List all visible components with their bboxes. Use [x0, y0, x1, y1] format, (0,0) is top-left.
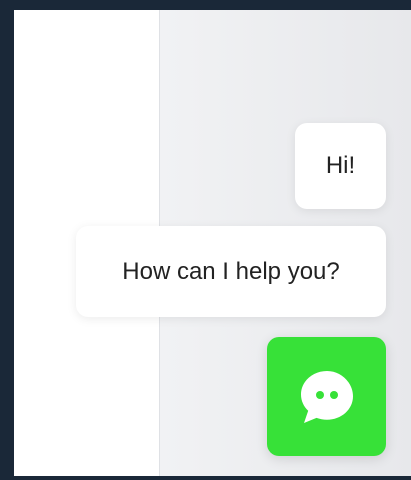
chat-message-question-text: How can I help you? — [122, 257, 340, 285]
open-chat-button[interactable] — [267, 337, 386, 456]
chat-bubble-icon — [300, 370, 353, 423]
chat-message-greeting-text: Hi! — [325, 152, 356, 179]
window-frame: Hi! How can I help you? — [0, 0, 411, 480]
chat-message-greeting: Hi! — [295, 123, 386, 209]
page-content: Hi! How can I help you? — [14, 10, 411, 476]
chat-message-question: How can I help you? — [76, 226, 386, 317]
